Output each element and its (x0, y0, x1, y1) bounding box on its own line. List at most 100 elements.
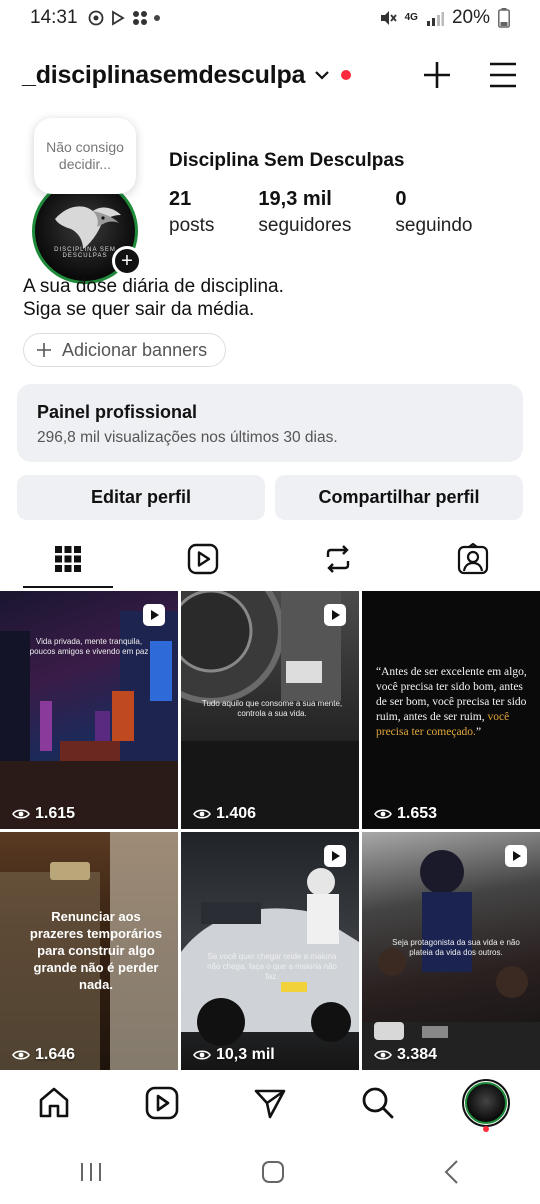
tab-grid[interactable] (0, 530, 135, 588)
notification-app-icon (88, 10, 103, 26)
search-icon (362, 1087, 394, 1119)
add-story-icon[interactable]: + (112, 246, 142, 276)
post-thumbnail[interactable]: Tudo aquilo que consome a sua mente, con… (181, 591, 359, 829)
reposts-icon (326, 545, 349, 573)
notification-dot (483, 1126, 489, 1132)
reels-icon (145, 1086, 179, 1120)
post-thumbnail[interactable]: Vida privada, mente tranquila, poucos am… (0, 591, 178, 829)
notification-dot (341, 70, 352, 80)
signal-icon (426, 12, 444, 26)
app-grid-icon (132, 11, 147, 25)
add-banners-button[interactable]: Adicionar banners (23, 333, 227, 367)
profile-bio: A sua dose diária de disciplina. Siga se… (23, 275, 284, 321)
views-count: 1.406 (216, 805, 257, 822)
tagged-person-icon (457, 543, 488, 575)
back-icon[interactable] (442, 1159, 462, 1185)
eye-icon (193, 1050, 211, 1060)
dashboard-subtitle: 296,8 mil visualizações nos últimos 30 d… (37, 429, 338, 446)
nav-reels[interactable] (132, 1078, 192, 1128)
mute-icon (380, 11, 397, 25)
stat-value: 19,3 mil (258, 188, 332, 210)
create-plus-icon[interactable] (422, 60, 452, 90)
home-button-icon[interactable] (260, 1159, 286, 1185)
post-thumbnail[interactable]: Se você quer chegar onde a maioria não c… (181, 832, 359, 1070)
chevron-down-icon[interactable] (313, 66, 331, 84)
stat-posts[interactable]: 21 posts (169, 186, 214, 240)
eye-icon (374, 809, 392, 819)
reel-indicator-icon (324, 845, 346, 867)
nav-messages[interactable] (240, 1078, 300, 1128)
dashboard-title: Painel profissional (37, 402, 198, 422)
views-count: 10,3 mil (216, 1046, 275, 1063)
bio-line: Siga se quer sair da média. (23, 299, 255, 320)
reel-indicator-icon (324, 604, 346, 626)
eye-icon (12, 1050, 30, 1060)
system-navigation (0, 1140, 540, 1204)
tab-reels[interactable] (135, 530, 270, 588)
share-profile-button[interactable]: Compartilhar perfil (275, 475, 523, 520)
note-bubble[interactable]: Não consigo decidir... (34, 118, 136, 194)
stat-following[interactable]: 0 seguindo (395, 186, 472, 240)
views-count: 3.384 (397, 1046, 438, 1063)
bio-line: A sua dose diária de disciplina. (23, 276, 284, 297)
reels-icon (187, 543, 218, 575)
stat-value: 21 (169, 188, 192, 210)
username[interactable]: _disciplinasemdesculpa (22, 61, 305, 90)
status-right: 4G 20% (379, 7, 510, 29)
display-name: Disciplina Sem Desculpas (169, 150, 405, 171)
more-notifications-dot (153, 15, 160, 21)
nav-search[interactable] (348, 1078, 408, 1128)
eagle-logo-icon (55, 206, 121, 249)
edit-profile-button[interactable]: Editar perfil (17, 475, 265, 520)
post-thumbnail[interactable]: Renunciar aos prazeres temporários para … (0, 832, 178, 1070)
grid-icon (54, 546, 81, 572)
post-caption: Se você quer chegar onde a maioria não c… (207, 952, 337, 981)
post-thumbnail[interactable]: “Antes de ser excelente em algo, você pr… (362, 591, 540, 829)
post-caption: Vida privada, mente tranquila, poucos am… (29, 637, 149, 656)
stat-label: seguidores (258, 215, 352, 236)
profile-avatar-small (462, 1079, 510, 1127)
send-icon (254, 1089, 286, 1119)
post-views: 10,3 mil (193, 1046, 275, 1064)
professional-dashboard[interactable]: Painel profissional 296,8 mil visualizaç… (17, 384, 523, 462)
bottom-navigation (0, 1072, 540, 1134)
reel-indicator-icon (143, 604, 165, 626)
note-text: Não consigo decidir... (46, 139, 124, 172)
nav-home[interactable] (24, 1078, 84, 1128)
eye-icon (193, 809, 211, 819)
post-thumbnail[interactable]: Seja protagonista da sua vida e não plat… (362, 832, 540, 1070)
battery-percent: 20% (451, 7, 490, 28)
reel-indicator-icon (505, 845, 527, 867)
stat-label: seguindo (395, 215, 473, 236)
network-type: 4G (404, 12, 418, 23)
tab-tagged[interactable] (405, 530, 540, 588)
profile-stats: 21 posts 19,3 mil seguidores 0 seguindo (169, 186, 517, 240)
profile-header: _disciplinasemdesculpa (22, 52, 518, 98)
status-time: 14:31 (30, 7, 78, 28)
recent-apps-icon[interactable] (78, 1161, 104, 1183)
home-icon (39, 1087, 69, 1118)
add-banners-label: Adicionar banners (62, 339, 208, 360)
post-views: 1.653 (374, 805, 437, 823)
views-count: 1.646 (35, 1046, 76, 1063)
profile-tabs (0, 530, 540, 588)
battery-icon (498, 8, 510, 28)
nav-profile[interactable] (456, 1078, 516, 1132)
quote-end: ” (475, 726, 482, 738)
stat-followers[interactable]: 19,3 mil seguidores (258, 186, 351, 240)
post-caption: Seja protagonista da sua vida e não plat… (392, 938, 520, 957)
tab-reposts[interactable] (270, 530, 405, 588)
post-views: 3.384 (374, 1046, 437, 1064)
post-quote: “Antes de ser excelente em algo, você pr… (376, 665, 532, 740)
post-views: 1.615 (12, 805, 75, 823)
post-views: 1.646 (12, 1046, 75, 1064)
views-count: 1.653 (397, 805, 438, 822)
stat-value: 0 (395, 188, 407, 210)
post-caption: Tudo aquilo que consome a sua mente, con… (201, 699, 343, 718)
play-store-icon (111, 10, 125, 26)
post-quote: Renunciar aos prazeres temporários para … (29, 909, 163, 992)
menu-icon[interactable] (488, 60, 518, 90)
status-bar: 14:31 4G 20% (0, 0, 540, 36)
plus-icon (37, 343, 51, 357)
eye-icon (12, 809, 30, 819)
